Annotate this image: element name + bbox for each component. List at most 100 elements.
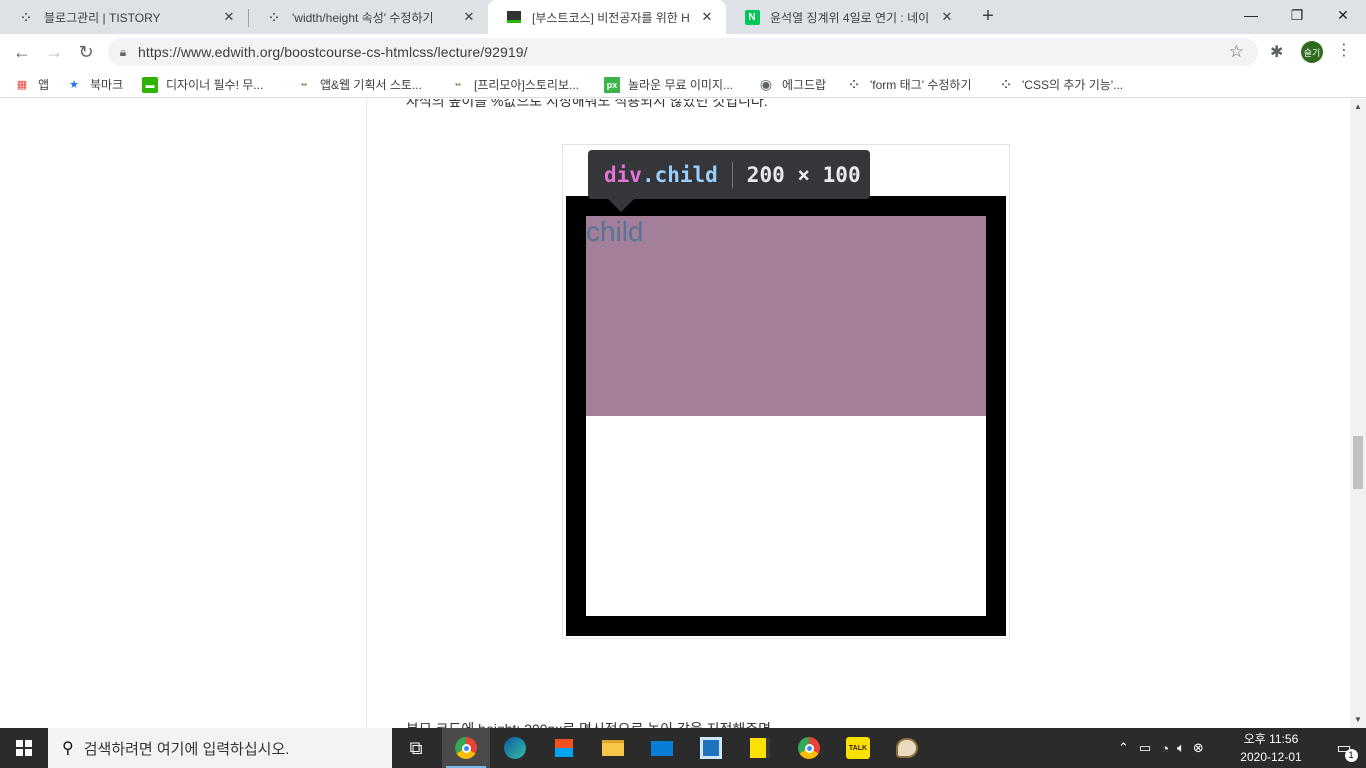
bookmark-label: 에그드랍	[782, 78, 827, 92]
profile-avatar[interactable]: 슬기	[1301, 41, 1323, 63]
chrome-icon[interactable]	[785, 728, 833, 768]
close-tab-icon[interactable]: ✕	[220, 8, 238, 26]
bookmark-star-icon[interactable]: ☆	[1229, 42, 1244, 62]
tooltip-class: .child	[641, 162, 718, 187]
sidebar-divider	[366, 99, 367, 728]
lock-icon[interactable]: 🔒︎	[108, 45, 138, 60]
tistory-icon: ⁘	[21, 11, 31, 24]
tistory-icon: ⁘	[1001, 79, 1011, 91]
bookmark-css-features[interactable]: ⁘ 'CSS의 추가 기능'...	[998, 76, 1123, 93]
minimize-icon[interactable]: —	[1228, 0, 1274, 30]
kakaotalk-icon[interactable]: TALK	[834, 728, 882, 768]
page-scrollbar[interactable]: ▲ ▼	[1350, 99, 1366, 728]
sticky-notes-icon[interactable]	[736, 728, 784, 768]
close-tab-icon[interactable]: ✕	[460, 8, 478, 26]
bookmark-label: 'form 태그' 수정하기	[870, 78, 972, 92]
bookmark-designer[interactable]: ▬ 디자이너 필수! 무...	[142, 76, 263, 93]
tooltip-dimensions: 200 × 100	[746, 162, 861, 187]
bookmark-label: 북마크	[90, 78, 124, 92]
new-tab-button[interactable]: +	[976, 5, 1000, 29]
site-icon: ▪▪	[301, 80, 307, 89]
paragraph-text: 부모 코드에 height: 200px로 명시적으로 높이 값을 지정해주면	[406, 719, 771, 728]
bookmark-label: 놀라운 무료 이미지...	[628, 78, 733, 92]
tab-bar: ⁘ 블로그관리 | TISTORY ✕ ⁘ 'width/height 속성' …	[0, 0, 1366, 34]
windows-start-button[interactable]	[0, 728, 48, 768]
scroll-down-icon[interactable]: ▼	[1350, 712, 1366, 728]
forward-icon[interactable]: →	[40, 38, 68, 66]
tab-naver-news[interactable]: N 윤석열 징계위 4일로 연기 : 네이 ✕	[726, 0, 966, 34]
clock-time: 오후 11:56	[1243, 732, 1299, 746]
close-tab-icon[interactable]: ✕	[698, 8, 716, 26]
bookmark-label: 앱	[38, 78, 50, 92]
tooltip-tag: div	[604, 162, 642, 187]
clock-date: 2020-12-01	[1240, 750, 1302, 764]
bookmark-label: 'CSS의 추가 기능'...	[1022, 78, 1124, 92]
parent-div: child	[566, 196, 1006, 636]
bookmark-eggdrop[interactable]: ◉ 에그드랍	[758, 76, 826, 93]
scroll-thumb[interactable]	[1353, 436, 1363, 489]
page-content: 자식의 높이를 %값으로 지정해줘도 적용되지 않았던 것입니다. child …	[0, 99, 1350, 728]
scroll-up-icon[interactable]: ▲	[1350, 99, 1366, 115]
close-window-icon[interactable]: ✕	[1320, 0, 1366, 30]
extensions-icon[interactable]: ✱	[1270, 42, 1283, 62]
bookmark-label: 디자이너 필수! 무...	[166, 78, 264, 92]
browser-toolbar: ← → ↻ 🔒︎ https://www.edwith.org/boostcou…	[0, 34, 1366, 70]
search-icon: ⚲	[62, 740, 74, 757]
child-label: child	[586, 216, 644, 247]
restore-icon[interactable]: ❐	[1274, 0, 1320, 30]
apps-grid-icon: ▦	[16, 79, 28, 91]
bookmark-folder[interactable]: ★ 북마크	[66, 76, 123, 93]
bookmark-primoa[interactable]: ▪▪ [프리모아]스토리보...	[450, 76, 579, 93]
child-div: child	[586, 216, 986, 416]
tab-title: [부스트코스] 비전공자를 위한 H	[532, 10, 690, 25]
bookmark-free-images[interactable]: px 놀라운 무료 이미지...	[604, 76, 733, 93]
tistory-icon: ⁘	[269, 11, 279, 24]
bookmark-label: [프리모아]스토리보...	[474, 78, 579, 92]
bookmark-apps[interactable]: ▦ 앱	[14, 76, 49, 93]
taskbar-search-box[interactable]: ⚲ 검색하려면 여기에 입력하십시오.	[48, 728, 392, 768]
bookmark-form-tag[interactable]: ⁘ 'form 태그' 수정하기	[846, 76, 972, 93]
network-error-icon[interactable]: ⊗	[1193, 740, 1204, 756]
px-icon: px	[604, 76, 620, 93]
reload-icon[interactable]: ↻	[72, 38, 100, 66]
devtools-inspect-tooltip: div .child 200 × 100	[588, 150, 870, 212]
tab-title: 윤석열 징계위 4일로 연기 : 네이	[770, 10, 930, 25]
paragraph-text: 자식의 높이를 %값으로 지정해줘도 적용되지 않았던 것입니다.	[406, 99, 768, 109]
store-icon[interactable]	[540, 728, 588, 768]
show-hidden-icons-icon[interactable]: ⌃	[1118, 740, 1129, 756]
tooltip-arrow	[608, 199, 634, 212]
bookmark-storyboard[interactable]: ▪▪ 앱&웹 기획서 스토...	[296, 76, 422, 93]
tab-tistory-blog[interactable]: ⁘ 블로그관리 | TISTORY ✕	[0, 0, 248, 34]
chrome-taskbar-icon[interactable]	[442, 728, 490, 768]
tistory-icon: ⁘	[849, 79, 859, 91]
naver-icon: N	[744, 9, 760, 25]
edge-icon[interactable]	[491, 728, 539, 768]
site-icon: ▪▪	[455, 80, 461, 89]
tab-title: 블로그관리 | TISTORY	[44, 10, 161, 25]
chat-icon: ▬	[142, 76, 158, 93]
volume-icon[interactable]: 🔈︎	[1177, 740, 1185, 756]
windows-logo-icon	[16, 740, 32, 756]
globe-icon: ◉	[759, 76, 773, 92]
address-bar[interactable]: 🔒︎ https://www.edwith.org/boostcourse-cs…	[108, 38, 1258, 66]
paint-icon[interactable]	[883, 728, 931, 768]
bookmarks-bar: ▦ 앱 ★ 북마크 ▬ 디자이너 필수! 무... ▪▪ 앱&웹 기획서 스토... ▪…	[0, 70, 1366, 98]
battery-icon[interactable]: ▭	[1139, 740, 1151, 756]
edwith-icon	[506, 9, 522, 25]
menu-icon[interactable]: ⋮	[1336, 40, 1352, 60]
wifi-icon[interactable]: ◔	[1161, 741, 1169, 756]
file-explorer-icon[interactable]	[589, 728, 637, 768]
url-text[interactable]: https://www.edwith.org/boostcourse-cs-ht…	[138, 44, 528, 60]
tab-boostcourse[interactable]: [부스트코스] 비전공자를 위한 H ✕	[488, 0, 726, 34]
task-view-icon[interactable]: ⧉	[392, 728, 440, 768]
notification-center-icon[interactable]: ▭ 1	[1322, 728, 1366, 768]
app-icon[interactable]	[687, 728, 735, 768]
close-tab-icon[interactable]: ✕	[938, 8, 956, 26]
search-placeholder: 검색하려면 여기에 입력하십시오.	[83, 740, 290, 758]
mail-icon[interactable]	[638, 728, 686, 768]
notification-count-badge: 1	[1344, 749, 1358, 762]
back-icon[interactable]: ←	[8, 38, 36, 66]
star-icon: ★	[69, 79, 79, 91]
tab-width-height[interactable]: ⁘ 'width/height 속성' 수정하기 ✕	[248, 0, 488, 34]
taskbar-clock[interactable]: 오후 11:56 2020-12-01	[1232, 730, 1310, 766]
